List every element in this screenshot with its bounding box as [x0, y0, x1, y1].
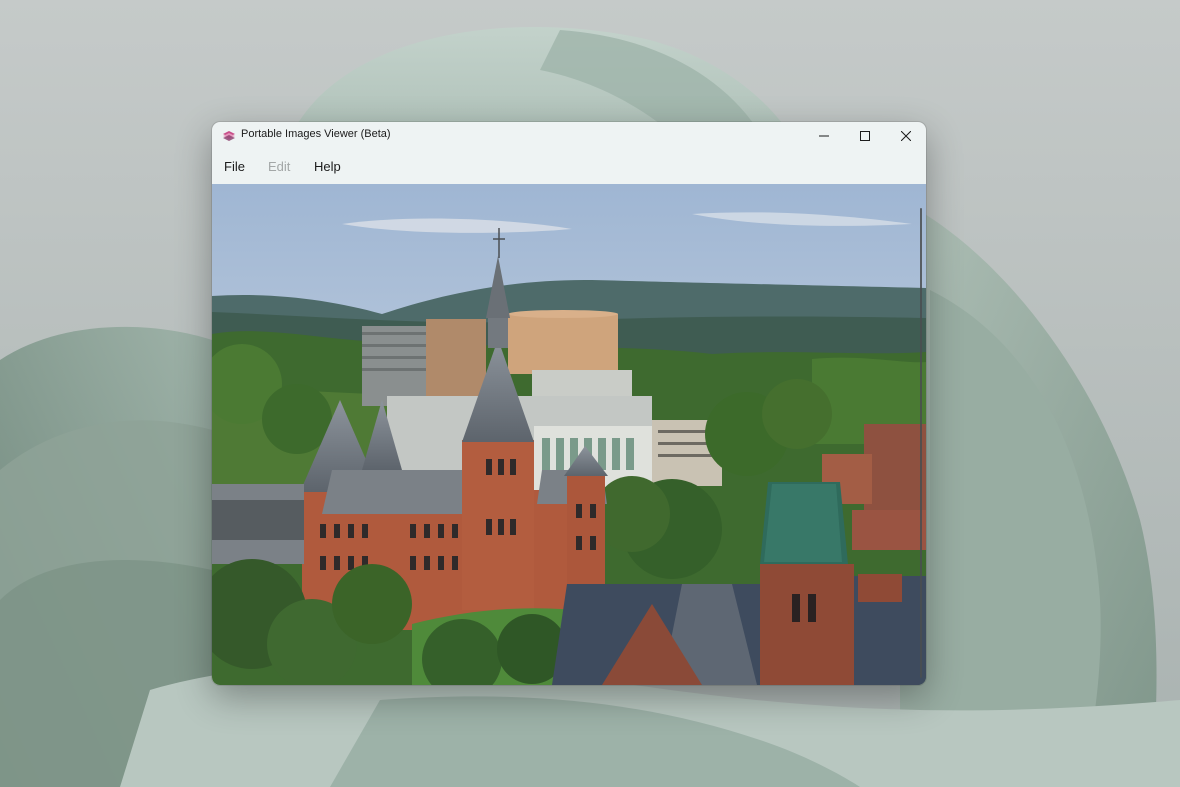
- app-window: Portable Images Viewer (Beta) File Edit …: [212, 122, 926, 685]
- menu-edit[interactable]: Edit: [268, 159, 290, 174]
- window-title: Portable Images Viewer (Beta): [241, 128, 391, 140]
- app-logo-icon: [223, 131, 235, 141]
- vertical-scrollbar[interactable]: [920, 208, 922, 678]
- close-button[interactable]: [885, 122, 926, 150]
- title-bar[interactable]: Portable Images Viewer (Beta): [212, 122, 926, 150]
- menu-bar: File Edit Help: [212, 150, 926, 184]
- maximize-button[interactable]: [844, 122, 885, 150]
- image-viewport[interactable]: [212, 184, 926, 685]
- maximize-icon: [859, 131, 870, 141]
- close-icon: [900, 131, 911, 141]
- minimize-button[interactable]: [803, 122, 844, 150]
- menu-file[interactable]: File: [224, 159, 245, 174]
- minimize-icon: [818, 135, 829, 137]
- campus-photo: [212, 184, 926, 685]
- menu-help[interactable]: Help: [314, 159, 341, 174]
